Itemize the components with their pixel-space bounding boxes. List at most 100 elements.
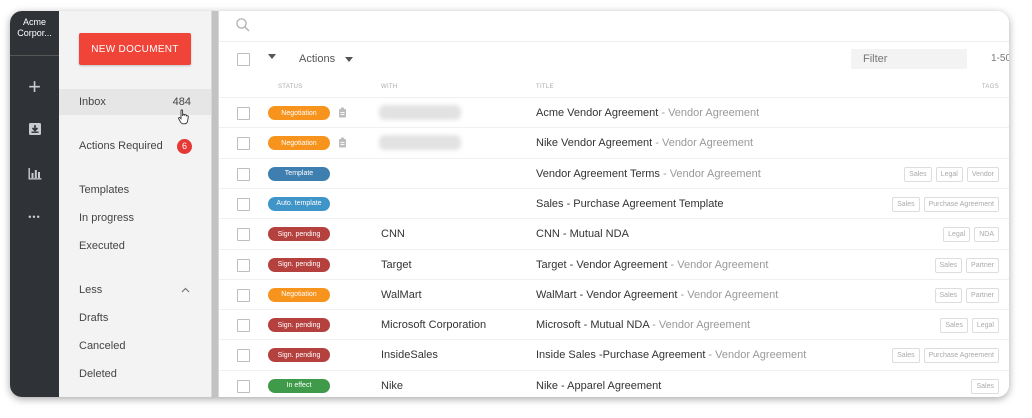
tag-chip[interactable]: Purchase Agreement (923, 196, 999, 212)
sidebar-scrollbar-thumb[interactable] (212, 11, 218, 397)
table-row[interactable]: Negotiation Acme Vendor Agreement - Vendo… (219, 97, 1009, 128)
document-type-sep: - (649, 319, 659, 332)
sidebar-item-in-progress[interactable]: In progress (59, 205, 211, 231)
column-header-with[interactable]: WITH (381, 84, 398, 90)
table-row[interactable]: Negotiation WalMart WalMart - Vendor Agree… (219, 278, 1009, 310)
table-row[interactable]: Sign. pending Target Target - Vendor Agree… (219, 248, 1009, 280)
counterparty-name: WalMart (381, 288, 422, 301)
tag-chip[interactable]: Sales (892, 348, 920, 364)
row-checkbox[interactable] (237, 107, 250, 120)
table-row[interactable]: Auto. template Sales - Purchase Agreement… (219, 187, 1009, 219)
document-title[interactable]: WalMart - Vendor Agreement - Vendor Agre… (536, 289, 778, 301)
table-row[interactable]: Sign. pending InsideSales Inside Sales -Pu… (219, 339, 1009, 370)
column-header-title[interactable]: TITLE (536, 84, 554, 90)
status-badge: Negotiation (268, 136, 330, 151)
document-type: Vendor Agreement (687, 288, 779, 301)
search-bar[interactable] (219, 11, 1009, 42)
tag-chip[interactable]: NDA (974, 227, 999, 243)
document-title[interactable]: CNN - Mutual NDA (536, 228, 629, 240)
sidebar-item-executed[interactable]: Executed (59, 233, 211, 259)
column-header-status[interactable]: STATUS (278, 84, 303, 90)
org-name-line2: Corpor... (17, 28, 52, 38)
sidebar-item-label: Deleted (79, 368, 117, 380)
document-title[interactable]: Nike - Apparel Agreement (536, 380, 661, 392)
sidebar-item-label: Templates (79, 184, 130, 196)
status-badge: In effect (268, 378, 330, 393)
list-toolbar: Actions 1-50 (219, 41, 1009, 77)
actions-dropdown[interactable]: Actions (299, 53, 354, 65)
document-title[interactable]: Nike Vendor Agreement - Vendor Agreement (536, 137, 753, 149)
document-type-sep: - (652, 137, 662, 150)
select-all-checkbox[interactable] (237, 53, 250, 66)
actions-label: Actions (299, 53, 336, 65)
row-checkbox[interactable] (237, 288, 250, 302)
document-title-text: Target - Vendor Agreement (536, 258, 668, 271)
document-title[interactable]: Microsoft - Mutual NDA - Vendor Agreemen… (536, 319, 750, 331)
sidebar-item-templates[interactable]: Templates (59, 177, 211, 203)
document-type-sep: - (659, 167, 670, 180)
more-rail-button[interactable]: ••• (10, 203, 59, 231)
search-icon (236, 18, 250, 32)
table-row[interactable]: Negotiation Nike Vendor Agreement - Vendo… (219, 127, 1009, 158)
row-checkbox[interactable] (237, 258, 250, 272)
tag-chip[interactable]: Sales (904, 166, 932, 182)
reports-rail-button[interactable] (10, 159, 59, 187)
caret-down-icon[interactable] (268, 54, 276, 59)
org-switcher[interactable]: Acme Corpor... (10, 17, 59, 56)
status-badge: Sign. pending (268, 348, 330, 363)
filter-input[interactable] (851, 49, 967, 69)
sidebar-item-canceled[interactable]: Canceled (59, 333, 211, 359)
inbox-rail-button[interactable] (10, 115, 59, 143)
status-badge: Negotiation (268, 106, 330, 120)
caret-down-icon (345, 56, 354, 62)
status-badge: Negotiation (268, 287, 330, 302)
add-button[interactable]: + (10, 73, 59, 101)
status-badge: Sign. pending (268, 227, 330, 242)
sidebar-item-label: Actions Required (79, 140, 163, 152)
tag-chip[interactable]: Legal (935, 166, 963, 182)
status-badge: Sign. pending (268, 318, 330, 333)
document-title[interactable]: Target - Vendor Agreement - Vendor Agree… (536, 259, 768, 271)
row-checkbox[interactable] (237, 379, 250, 393)
tag-chip[interactable]: Sales (940, 318, 968, 334)
new-document-button[interactable]: NEW DOCUMENT (79, 33, 191, 65)
row-checkbox[interactable] (237, 228, 250, 242)
document-title[interactable]: Acme Vendor Agreement - Vendor Agreement (536, 107, 759, 119)
table-row[interactable]: Template Vendor Agreement Terms - Vendor … (219, 157, 1009, 189)
tag-chip[interactable]: Sales (934, 287, 963, 303)
plus-icon: + (28, 74, 41, 99)
sidebar-item-drafts[interactable]: Drafts (59, 305, 211, 331)
tag-chip[interactable]: Purchase Agreement (923, 348, 999, 364)
table-row[interactable]: Sign. pending Microsoft Corporation Micros… (219, 309, 1009, 340)
tag-chip[interactable]: Legal (971, 318, 999, 334)
tag-chip[interactable]: Vendor (966, 166, 999, 182)
tag-chip[interactable]: Partner (966, 287, 999, 303)
sidebar-item-deleted[interactable]: Deleted (59, 361, 211, 387)
row-checkbox[interactable] (237, 319, 250, 333)
counterparty-name: Microsoft Corporation (381, 319, 487, 332)
row-checkbox[interactable] (237, 167, 250, 181)
tag-chip[interactable]: Sales (892, 196, 920, 212)
tag-chip[interactable]: Legal (943, 227, 971, 243)
tag-chip[interactable]: Sales (934, 257, 963, 273)
row-checkbox[interactable] (237, 137, 250, 151)
document-type-sep: - (658, 107, 669, 119)
sidebar-scrollbar[interactable] (211, 11, 219, 397)
document-title-text: Inside Sales -Purchase Agreement (536, 349, 706, 362)
row-checkbox[interactable] (237, 197, 250, 211)
counterparty-name: Nike (381, 379, 404, 392)
tag-chip[interactable]: Partner (966, 257, 999, 273)
tag-list: Sales Legal (940, 318, 999, 334)
sidebar-less-toggle[interactable]: Less (59, 277, 211, 303)
sidebar-item-actions-required[interactable]: Actions Required 6 (59, 133, 211, 159)
sidebar-item-label: Inbox (79, 96, 106, 108)
tag-chip[interactable]: Sales (971, 378, 999, 394)
document-title[interactable]: Sales - Purchase Agreement Template (536, 198, 724, 210)
table-row[interactable]: Sign. pending CNN CNN - Mutual NDA Legal NDA (219, 218, 1009, 249)
table-row[interactable]: In effect Nike Nike - Apparel Agreement Sal… (219, 369, 1009, 397)
document-title[interactable]: Vendor Agreement Terms - Vendor Agreemen… (536, 168, 761, 180)
row-checkbox[interactable] (237, 349, 250, 363)
document-title[interactable]: Inside Sales -Purchase Agreement - Vendo… (536, 349, 806, 361)
hand-cursor-icon (178, 109, 189, 125)
column-header-tags[interactable]: TAGS (982, 84, 999, 90)
